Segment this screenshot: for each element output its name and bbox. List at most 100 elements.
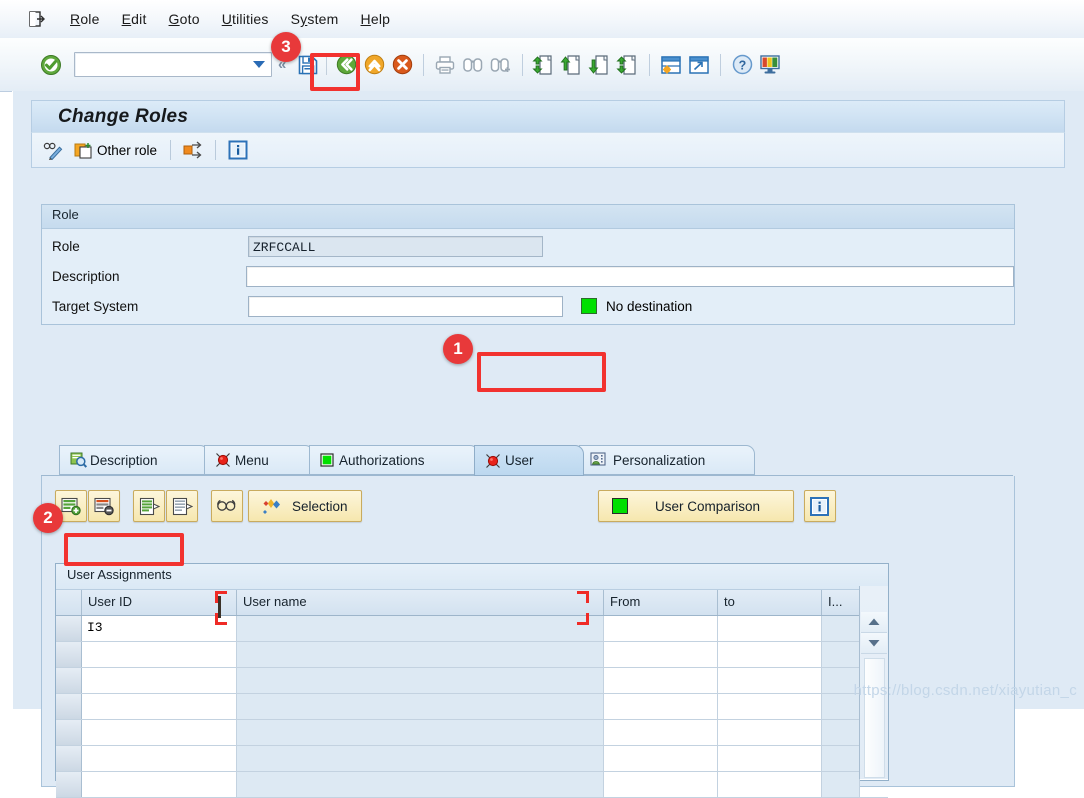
cell-to[interactable] [718,642,822,667]
create-shortcut-icon[interactable] [686,52,712,78]
cell-user-name[interactable] [237,720,604,745]
cell-user-id[interactable] [82,746,237,771]
previous-page-icon[interactable] [559,52,585,78]
cell-user-name[interactable] [237,746,604,771]
menu-item-edit[interactable]: Edit [122,11,147,27]
cell-from[interactable] [604,642,718,667]
create-session-icon[interactable] [658,52,684,78]
scroll-up-icon[interactable] [861,612,887,633]
cell-from[interactable] [604,772,718,797]
help-icon[interactable]: ? [729,52,755,78]
scrollbar-track[interactable] [864,658,885,778]
cell-from[interactable] [604,746,718,771]
tab-description[interactable]: Description [59,445,209,475]
toolbar-divider [170,140,172,160]
cell-user-id[interactable] [82,668,237,693]
cell-to[interactable] [718,668,822,693]
column-header-to[interactable]: to [718,590,822,615]
cell-to[interactable] [718,720,822,745]
cell-from[interactable] [604,668,718,693]
menu-item-utilities[interactable]: Utilities [222,11,269,27]
cell-user-id[interactable] [82,772,237,797]
cell-i[interactable] [822,616,860,641]
print-icon[interactable] [432,52,458,78]
row-selector[interactable] [56,772,82,797]
column-header-from[interactable]: From [604,590,718,615]
command-input[interactable] [78,54,247,75]
row-selector[interactable] [56,616,82,641]
green-check-icon[interactable] [40,54,62,76]
cell-from[interactable] [604,616,718,641]
table-row[interactable] [56,668,888,694]
column-header-user-name[interactable]: User name [237,590,604,615]
cell-to[interactable] [718,694,822,719]
cancel-icon[interactable] [389,52,415,78]
dropdown-arrow-icon[interactable] [253,61,265,68]
menu-item-help[interactable]: Help [361,11,391,27]
user-comparison-button[interactable]: User Comparison [597,490,794,522]
tab-authorizations[interactable]: Authorizations [309,445,479,475]
tab-personalization[interactable]: Personalization [579,445,755,475]
command-field[interactable] [74,52,272,77]
role-input[interactable]: ZRFCCALL [248,235,543,257]
other-role-button[interactable]: Other role [70,141,161,160]
row-selector[interactable] [56,746,82,771]
table-row[interactable] [56,642,888,668]
display-user-button[interactable] [211,490,243,522]
scroll-down-icon[interactable] [861,633,887,654]
cell-user-name-focused[interactable] [237,668,604,693]
cell-i[interactable] [822,642,860,667]
info-icon[interactable] [225,138,251,162]
copy-all-button[interactable] [133,490,165,522]
row-selector[interactable] [56,668,82,693]
next-page-icon[interactable] [587,52,613,78]
transport-icon[interactable] [180,138,206,162]
table-row[interactable]: I3 [56,616,888,642]
cell-i[interactable] [822,746,860,771]
column-header-i[interactable]: I... [822,590,860,615]
table-row[interactable] [56,694,888,720]
table-row[interactable] [56,772,888,798]
menu-item-goto[interactable]: Goto [169,11,200,27]
first-page-icon[interactable] [531,52,557,78]
cell-to[interactable] [718,616,822,641]
table-row[interactable] [56,720,888,746]
exit-arrow-icon[interactable] [28,9,48,29]
info-button[interactable] [803,490,836,522]
cell-user-name[interactable] [237,772,604,797]
target-system-input[interactable] [248,295,563,317]
tab-user[interactable]: User [474,445,584,476]
cell-from[interactable] [604,694,718,719]
user-tab-panel: Selection User Comparison User Assignmen… [41,476,1015,798]
menu-item-role[interactable]: RRoleole [70,11,100,27]
menu-item-system[interactable]: System [291,11,339,27]
description-input[interactable] [246,265,1014,287]
cell-user-id[interactable] [82,694,237,719]
layout-menu-icon[interactable] [757,52,783,78]
cell-user-name[interactable] [237,616,604,641]
find-icon[interactable] [460,52,486,78]
row-selector[interactable] [56,720,82,745]
copy-selected-button[interactable] [166,490,198,522]
table-row[interactable] [56,746,888,772]
row-selector[interactable] [56,642,82,667]
display-change-icon[interactable] [40,138,66,162]
cell-i[interactable] [822,772,860,797]
cell-to[interactable] [718,746,822,771]
column-header-user-id[interactable]: User ID [82,590,237,615]
row-selector[interactable] [56,694,82,719]
cell-user-name[interactable] [237,642,604,667]
cell-to[interactable] [718,772,822,797]
cell-user-id[interactable] [82,720,237,745]
selection-button[interactable]: Selection [248,490,362,522]
cell-i[interactable] [822,720,860,745]
find-next-icon[interactable] [488,52,514,78]
last-page-icon[interactable] [615,52,641,78]
delete-row-button[interactable] [88,490,120,522]
cell-from[interactable] [604,720,718,745]
cell-user-id[interactable]: I3 [82,616,237,641]
tab-menu[interactable]: Menu [204,445,314,475]
cell-user-name[interactable] [237,694,604,719]
exit-icon[interactable] [361,52,387,78]
cell-user-id[interactable] [82,642,237,667]
